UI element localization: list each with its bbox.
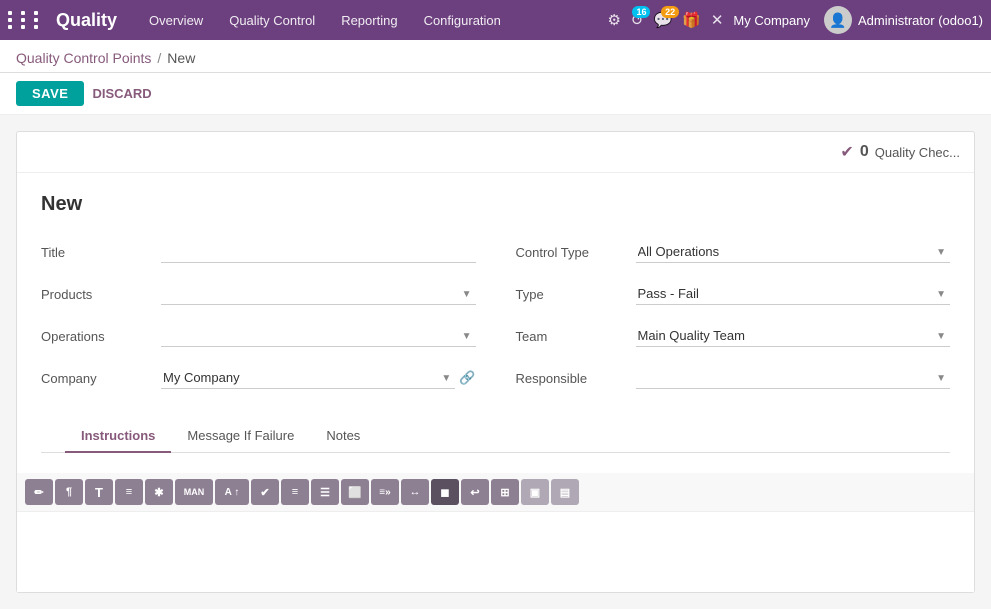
app-grid-icon[interactable] [8,11,44,29]
company-label: My Company [733,13,810,28]
company-field-wrapper: My Company ▼ 🔗 [161,367,476,389]
star-btn[interactable]: ✱ [145,479,173,505]
control-type-label: Control Type [516,245,636,260]
breadcrumb-parent[interactable]: Quality Control Points [16,50,151,66]
field-row-team: Team Main Quality Team ▼ [516,320,951,352]
field-row-type: Type Pass - Fail ▼ [516,278,951,310]
block-btn[interactable]: ◼ [431,479,459,505]
products-field[interactable] [161,283,476,305]
action-bar: SAVE DISCARD [0,73,991,115]
menu-item-configuration[interactable]: Configuration [412,0,513,40]
save-button[interactable]: SAVE [16,81,84,106]
menu-btn[interactable]: ☰ [311,479,339,505]
breadcrumb-current: New [167,50,195,66]
quality-check-count: 0 [860,143,869,161]
control-type-select-wrapper: All Operations ▼ [636,241,951,263]
form-title: New [41,193,950,216]
topnav: Quality Overview Quality Control Reporti… [0,0,991,40]
text-btn[interactable]: T [85,479,113,505]
menu-item-overview[interactable]: Overview [137,0,215,40]
align-btn[interactable]: ≡ [281,479,309,505]
operations-select-wrapper: ▼ [161,325,476,347]
arrows-btn[interactable]: ↔ [401,479,429,505]
right-fields: Control Type All Operations ▼ Type [516,236,951,404]
field-row-responsible: Responsible ▼ [516,362,951,394]
discard-button[interactable]: DISCARD [92,86,151,101]
bold-btn[interactable]: ✏ [25,479,53,505]
editor-area[interactable] [17,512,974,592]
form-card: ✔ 0 Quality Chec... New Title Produc [16,131,975,593]
checkmark-icon: ✔ [840,142,853,162]
image-btn[interactable]: ▣ [521,479,549,505]
tab-message-if-failure[interactable]: Message If Failure [171,420,310,453]
control-type-field[interactable]: All Operations [636,241,951,263]
settings-icon[interactable]: ⚙ [607,11,620,29]
app-name: Quality [56,10,117,31]
title-field[interactable] [161,241,476,263]
check-btn[interactable]: ✔ [251,479,279,505]
manual-btn[interactable]: MAN [175,479,213,505]
menu-item-quality-control[interactable]: Quality Control [217,0,327,40]
team-select-wrapper: Main Quality Team ▼ [636,325,951,347]
field-row-company: Company My Company ▼ 🔗 [41,362,476,394]
operations-field[interactable] [161,325,476,347]
team-field[interactable]: Main Quality Team [636,325,951,347]
type-select-wrapper: Pass - Fail ▼ [636,283,951,305]
left-fields: Title Products ▼ [41,236,476,404]
company-label: Company [41,371,161,386]
responsible-select-wrapper: ▼ [636,367,951,389]
top-menu: Overview Quality Control Reporting Confi… [137,0,607,40]
responsible-field[interactable] [636,367,951,389]
type-label: Type [516,287,636,302]
field-row-control-type: Control Type All Operations ▼ [516,236,951,268]
gift-icon[interactable]: 🎁 [682,11,701,29]
grid2-btn[interactable]: ⊞ [491,479,519,505]
breadcrumb: Quality Control Points / New [0,40,991,73]
operations-label: Operations [41,329,161,344]
editor-toolbar: ✏ ¶ T ≡ ✱ MAN A ↑ ✔ ≡ ☰ ⬜ ≡» ↔ ◼ ↩ ⊞ ▣ ▤ [17,473,974,512]
tab-notes[interactable]: Notes [310,420,376,453]
field-row-operations: Operations ▼ [41,320,476,352]
quality-checks-button[interactable]: ✔ 0 Quality Chec... [840,142,960,162]
products-label: Products [41,287,161,302]
field-row-products: Products ▼ [41,278,476,310]
form-card-header: ✔ 0 Quality Chec... [17,132,974,173]
main-content: ✔ 0 Quality Chec... New Title Produc [0,115,991,609]
messages-icon[interactable]: 💬22 [653,11,672,29]
fields-grid: Title Products ▼ [41,236,950,404]
company-select-wrapper: My Company ▼ [161,367,455,389]
indent-btn[interactable]: ≡» [371,479,399,505]
title-label: Title [41,245,161,260]
box-btn[interactable]: ⬜ [341,479,369,505]
topnav-icons: ⚙ ↺16 💬22 🎁 ✕ [607,11,723,29]
paragraph-btn[interactable]: ¶ [55,479,83,505]
products-select-wrapper: ▼ [161,283,476,305]
list-btn[interactable]: ≡ [115,479,143,505]
menu-item-reporting[interactable]: Reporting [329,0,409,40]
tabs-bar: Instructions Message If Failure Notes [41,420,950,453]
font-size-btn[interactable]: A ↑ [215,479,249,505]
tab-instructions[interactable]: Instructions [65,420,171,453]
close-icon[interactable]: ✕ [711,11,724,29]
breadcrumb-separator: / [157,50,161,66]
field-row-title: Title [41,236,476,268]
avatar: 👤 [824,6,852,34]
updates-icon[interactable]: ↺16 [631,11,644,29]
team-label: Team [516,329,636,344]
user-menu[interactable]: 👤 Administrator (odoo1) [824,6,983,34]
table-btn[interactable]: ▤ [551,479,579,505]
company-field[interactable]: My Company [161,367,455,389]
quality-check-label: Quality Chec... [875,145,960,160]
responsible-label: Responsible [516,371,636,386]
username: Administrator (odoo1) [858,13,983,28]
undo-btn[interactable]: ↩ [461,479,489,505]
type-field[interactable]: Pass - Fail [636,283,951,305]
external-link-icon[interactable]: 🔗 [459,370,475,386]
form-body: New Title Products [17,173,974,473]
